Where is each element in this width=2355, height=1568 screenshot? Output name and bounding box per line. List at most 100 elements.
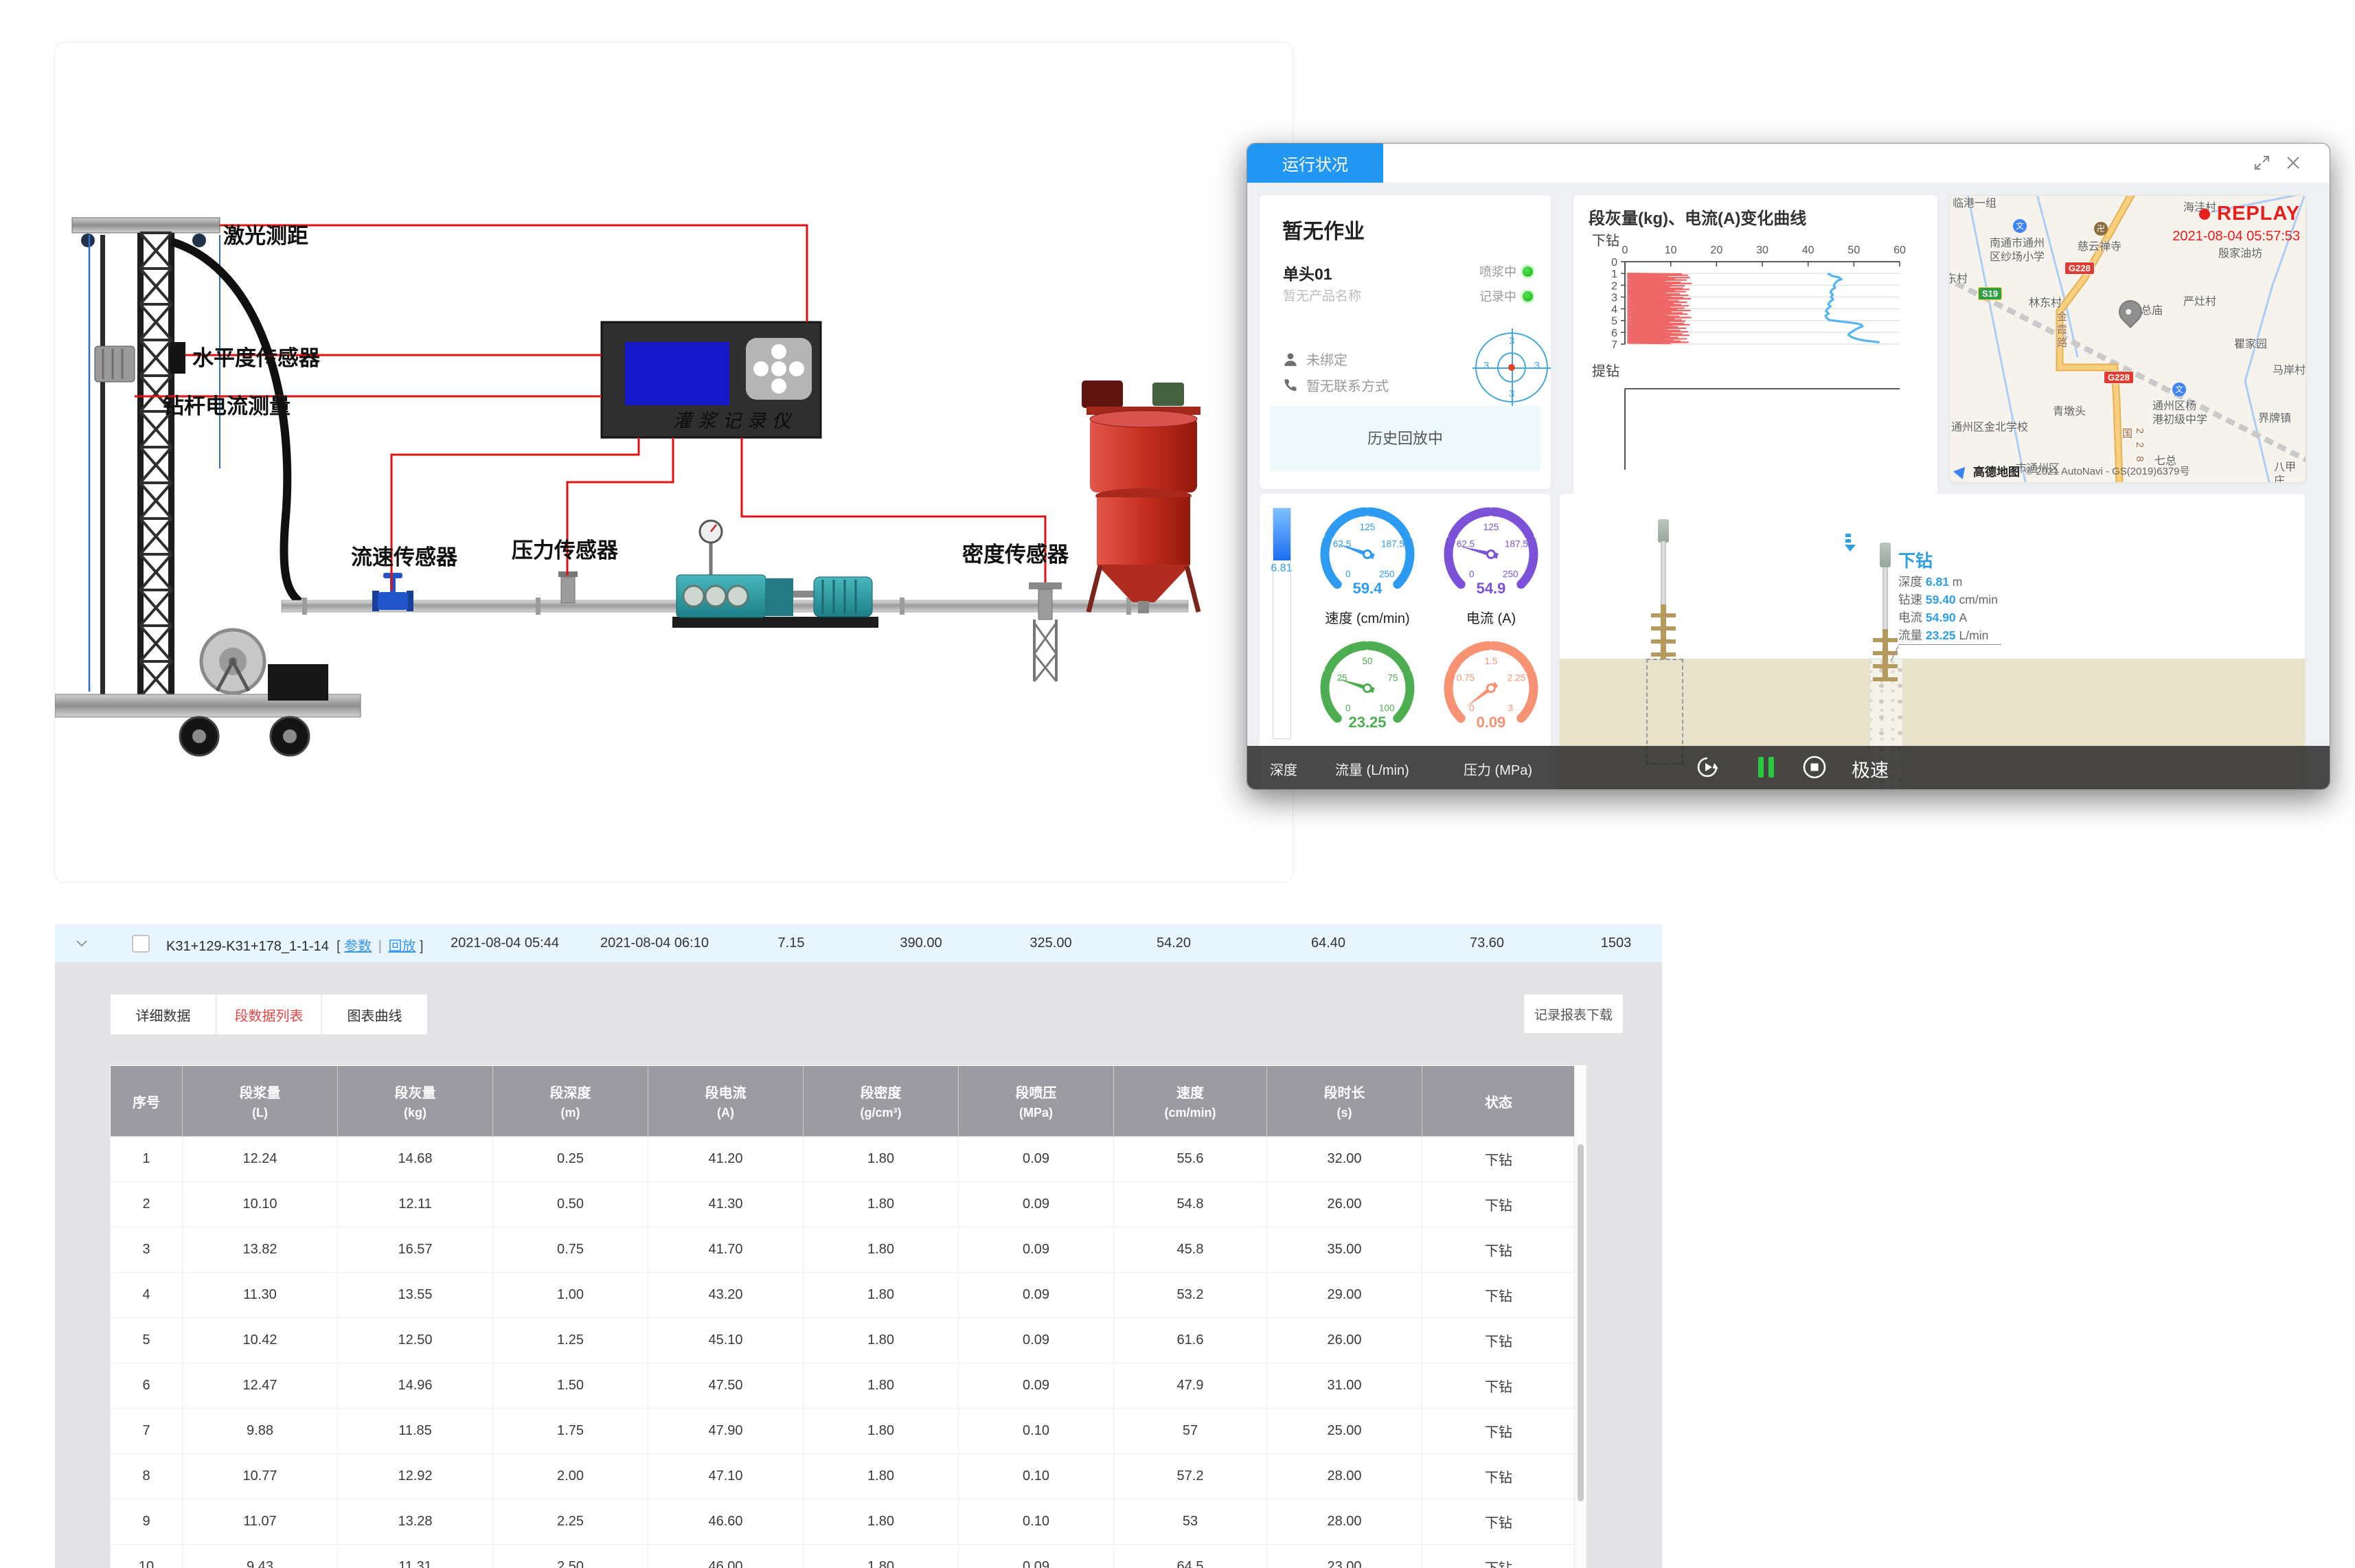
map-label: 马岸村	[2273, 364, 2306, 378]
history-replay-notice: 历史回放中	[1270, 406, 1540, 471]
tab-2[interactable]: 图表曲线	[322, 994, 428, 1035]
cell: 0.09	[959, 1363, 1114, 1409]
svg-text:250: 250	[1503, 569, 1518, 579]
column-header: 段密度(g/cm³)	[804, 1066, 959, 1137]
svg-text:125: 125	[1360, 522, 1376, 532]
chart-title: 段灰量(kg)、电流(A)变化曲线	[1589, 205, 1806, 229]
params-link[interactable]: 参数	[344, 939, 372, 954]
pressure-sensor-label: 压力传感器	[512, 538, 619, 563]
cell: 6	[111, 1363, 183, 1409]
column-header: 段喷压(MPa)	[959, 1066, 1114, 1137]
cell: 下钻	[1422, 1499, 1575, 1545]
cell: 0.10	[959, 1409, 1114, 1454]
download-report-button[interactable]: 记录报表下载	[1523, 994, 1624, 1034]
svg-text:0: 0	[1622, 245, 1628, 256]
scrollbar-thumb[interactable]	[1578, 1144, 1584, 1501]
cell: 0.10	[959, 1499, 1114, 1545]
svg-text:0: 0	[1611, 257, 1617, 269]
bar-pressure-label: 压力 (MPa)	[1464, 759, 1532, 779]
info-connector	[1560, 494, 1944, 672]
device-label: 灌浆记录仪	[673, 411, 797, 431]
depth-profile-chart: 012345670102030405060	[1573, 195, 1937, 501]
summary-value: 7.15	[778, 935, 805, 951]
cell: 下钻	[1422, 1454, 1575, 1499]
cell: 13.82	[183, 1227, 338, 1273]
map-label: 殷家油坊	[2218, 247, 2262, 261]
record-checkbox[interactable]	[132, 935, 150, 953]
road-badge-s19: S19	[1978, 287, 2002, 300]
svg-text:3: 3	[1508, 703, 1514, 713]
table-row: 612.4714.961.5047.501.800.0947.931.00下钻	[111, 1363, 1575, 1409]
expand-icon[interactable]	[2253, 154, 2271, 172]
gauge-label-current: 电流 (A)	[1429, 607, 1551, 627]
svg-text:1: 1	[1611, 269, 1617, 280]
drill-info-row: 电流 54.90 A	[1898, 609, 2001, 626]
svg-text:2.25: 2.25	[1508, 673, 1525, 683]
pressure-sensor-device	[558, 571, 578, 603]
grouting-status-badge: 喷浆中	[1479, 262, 1533, 280]
cell: 1.80	[804, 1137, 959, 1182]
svg-text:6: 6	[1611, 328, 1617, 339]
stop-icon[interactable]	[1802, 755, 1827, 780]
cell: 28.00	[1267, 1499, 1422, 1545]
close-icon[interactable]	[2284, 154, 2302, 172]
cell: 53.2	[1114, 1273, 1267, 1318]
table-row: 313.8216.570.7541.701.800.0945.835.00下钻	[111, 1227, 1575, 1273]
phone-icon	[1283, 378, 1298, 393]
flow-sensor-valve	[372, 573, 413, 611]
column-header: 段灰量(kg)	[338, 1066, 493, 1137]
table-row: 911.0713.282.2546.601.800.105328.00下钻	[111, 1499, 1575, 1545]
cell: 10.10	[183, 1182, 338, 1227]
summary-value: 1503	[1601, 935, 1632, 951]
cell: 23.00	[1267, 1545, 1422, 1568]
speed-button[interactable]: 极速	[1852, 755, 1889, 782]
cell: 43.20	[648, 1273, 804, 1318]
cell: 0.75	[493, 1227, 648, 1273]
cell: 13.28	[338, 1499, 493, 1545]
summary-value: 325.00	[1029, 935, 1071, 951]
playback-bar: 深度 流量 (L/min) 压力 (MPa) 极速	[1247, 746, 2330, 789]
summary-value: 2021-08-04 06:10	[600, 935, 709, 951]
map-label: 青墩头	[2053, 405, 2086, 419]
record-summary-row[interactable]: K31+129-K31+178_1-1-14 [ 参数 | 回放 ] 2021-…	[55, 924, 1662, 962]
column-header: 序号	[111, 1066, 183, 1137]
cell: 35.00	[1267, 1227, 1422, 1273]
map-label: 慈云禅寺	[2078, 240, 2121, 254]
record-id: K31+129-K31+178_1-1-14 [ 参数 | 回放 ]	[166, 935, 424, 955]
depth-gauge	[1273, 508, 1291, 739]
map-label: 界牌镇	[2258, 412, 2291, 426]
segment-table: 序号段浆量(L)段灰量(kg)段深度(m)段电流(A)段密度(g/cm³)段喷压…	[110, 1065, 1586, 1568]
svg-text:125: 125	[1483, 522, 1499, 532]
drill-info-block: 深度 6.81 m钻速 59.40 cm/min电流 54.90 A流量 23.…	[1898, 573, 2001, 645]
depth-value: 6.81	[1264, 563, 1299, 575]
drill-info-row: 流量 23.25 L/min	[1898, 626, 2001, 645]
column-header: 状态	[1422, 1066, 1575, 1137]
map-label: 南通市通州 区纱场小学	[1990, 237, 2045, 264]
cell: 8	[111, 1454, 183, 1499]
table-scrollbar	[1574, 1065, 1586, 1568]
map-attribution: 高德地图 © 2021 AutoNavi - GS(2019)6379号	[1955, 462, 2190, 479]
cell: 29.00	[1267, 1273, 1422, 1318]
replay-link[interactable]: 回放	[388, 939, 416, 954]
tab-running-status[interactable]: 运行状况	[1247, 144, 1383, 183]
summary-value: 64.40	[1311, 935, 1345, 951]
cell: 47.90	[648, 1409, 804, 1454]
cell: 下钻	[1422, 1363, 1575, 1409]
cell: 47.10	[648, 1454, 804, 1499]
tab-0[interactable]: 详细数据	[110, 994, 216, 1035]
replay-icon[interactable]	[1695, 755, 1720, 780]
cell: 下钻	[1422, 1409, 1575, 1454]
cell: 2.50	[493, 1545, 648, 1568]
gauge-2: 025507510023.25	[1306, 635, 1429, 738]
tab-1[interactable]: 段数据列表	[216, 994, 322, 1035]
cell: 1.80	[804, 1227, 959, 1273]
svg-text:50: 50	[1362, 656, 1372, 666]
cell: 1.50	[493, 1363, 648, 1409]
cell: 1.80	[804, 1273, 959, 1318]
cell: 41.20	[648, 1137, 804, 1182]
cell: 57	[1114, 1409, 1267, 1454]
chevron-down-icon[interactable]	[76, 940, 88, 947]
drill-state-label: 下钻	[1898, 547, 1933, 572]
winch	[201, 630, 328, 701]
pause-icon[interactable]	[1754, 755, 1779, 780]
